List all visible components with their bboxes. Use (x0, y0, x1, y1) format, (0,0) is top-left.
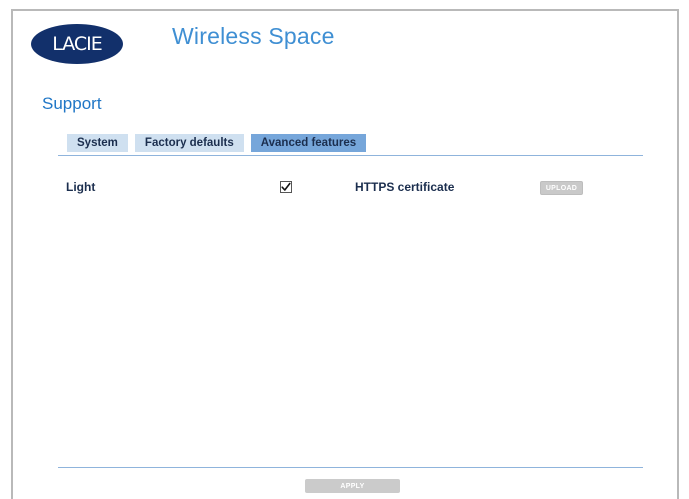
product-title: Wireless Space (172, 23, 335, 49)
logo-text: LACIE (52, 32, 103, 55)
checkmark-icon (281, 182, 291, 191)
light-checkbox[interactable] (280, 181, 292, 193)
upload-button[interactable]: UPLOAD (540, 181, 583, 195)
light-label: Light (66, 180, 96, 194)
footer-divider (58, 467, 643, 468)
tab-advanced-features[interactable]: Avanced features (250, 134, 367, 152)
apply-button[interactable]: APPLY (305, 479, 400, 493)
tab-bar: System Factory defaults Avanced features (67, 134, 367, 152)
app-frame (11, 9, 679, 499)
page-title: Support (42, 94, 102, 113)
tab-divider (58, 155, 643, 156)
tab-system[interactable]: System (67, 134, 128, 152)
lacie-logo: LACIE (31, 24, 123, 64)
https-certificate-label: HTTPS certificate (355, 180, 455, 194)
tab-factory-defaults[interactable]: Factory defaults (134, 134, 244, 152)
